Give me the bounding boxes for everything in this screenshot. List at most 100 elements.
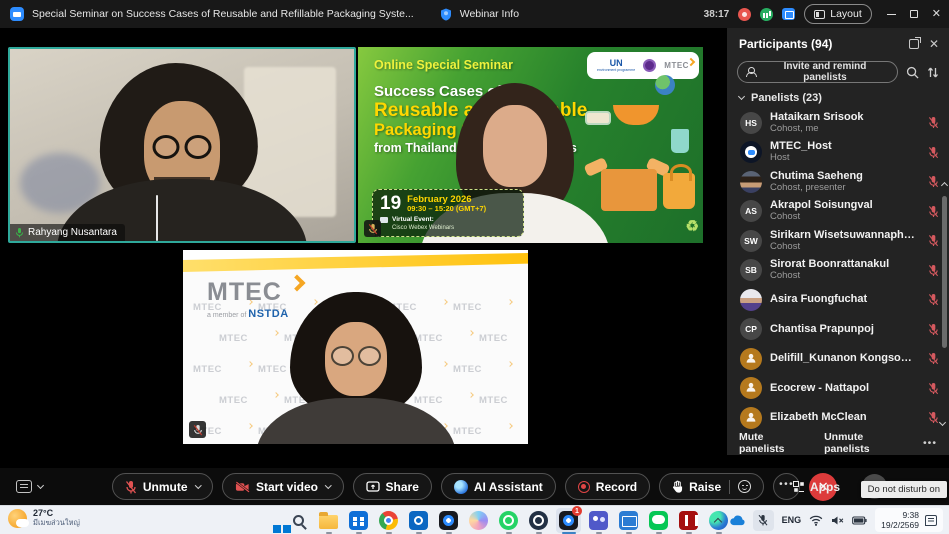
captions-icon[interactable]: [16, 480, 32, 493]
clock-widget[interactable]: 9:38 19/2/2569: [875, 508, 943, 532]
copilot-icon[interactable]: [466, 508, 491, 533]
chevron-down-icon[interactable]: [325, 482, 331, 488]
alarms-clock-icon[interactable]: [526, 508, 551, 533]
participant-row[interactable]: AS Akrapol Soisungval Cohost: [727, 197, 949, 227]
ai-assistant-button[interactable]: AI Assistant: [441, 473, 556, 500]
mute-panelists-button[interactable]: Mute panelists: [739, 431, 808, 455]
whatsapp-icon[interactable]: [496, 508, 521, 533]
reactions-icon[interactable]: [738, 480, 751, 493]
muted-mic-icon[interactable]: [928, 323, 939, 336]
participant-row[interactable]: MTEC_Host Host: [727, 138, 949, 168]
acrobat-icon[interactable]: [676, 508, 701, 533]
participant-row[interactable]: SW Sirikarn Wisetsuwannaphum Cohost: [727, 226, 949, 256]
title-bar: Special Seminar on Success Cases of Reus…: [0, 0, 949, 28]
muted-mic-icon[interactable]: [928, 352, 939, 365]
poster-logos: UN environment programme MTEC: [587, 52, 699, 79]
avatar: [740, 348, 762, 370]
popout-icon[interactable]: [909, 39, 919, 49]
participant-row[interactable]: Elizabeth McClean: [727, 403, 949, 433]
participant-role: Cohost, presenter: [770, 183, 920, 194]
muted-mic-icon[interactable]: [928, 116, 939, 129]
tray-mic-muted-icon[interactable]: [753, 510, 774, 531]
participant-row[interactable]: Asira Fuongfuchat: [727, 285, 949, 315]
line-icon[interactable]: [646, 508, 671, 533]
raise-hand-icon: [672, 480, 683, 493]
person-icon: [745, 381, 757, 395]
language-indicator[interactable]: ENG: [782, 515, 802, 525]
zoom-icon[interactable]: [436, 508, 461, 533]
outlook-icon[interactable]: [406, 508, 431, 533]
weather-widget[interactable]: 27°C มีเมฆส่วนใหญ่: [8, 509, 80, 528]
volume-muted-icon[interactable]: [831, 515, 844, 526]
glasses-decor: [331, 346, 381, 366]
participant-row[interactable]: Ecocrew - Nattapol: [727, 374, 949, 404]
muted-mic-icon[interactable]: [928, 411, 939, 424]
apps-grid-icon: [793, 481, 804, 492]
muted-mic-icon[interactable]: [928, 146, 939, 159]
minimize-button[interactable]: [887, 14, 896, 15]
panel-more-button[interactable]: •••: [923, 437, 937, 449]
taskbar-apps: 1: [256, 508, 731, 533]
participant-name: MTEC_Host: [770, 140, 920, 153]
avatar: [740, 377, 762, 399]
microsoft-store-icon[interactable]: [346, 508, 371, 533]
search-icon[interactable]: [906, 66, 919, 79]
notification-center-icon[interactable]: [925, 515, 937, 526]
muted-mic-icon[interactable]: [928, 293, 939, 306]
video-tile-mtec[interactable]: MTECMTECMTECMTECMTECMTECMTECMTECMTECMTEC…: [183, 250, 528, 444]
layout-button[interactable]: Layout: [804, 4, 872, 24]
participant-row[interactable]: Delifill_Kunanon Kongsomwach: [727, 344, 949, 374]
apps-button[interactable]: Apps: [787, 479, 846, 495]
unmute-panelists-button[interactable]: Unmute panelists: [824, 431, 907, 455]
wifi-icon[interactable]: [809, 515, 823, 526]
muted-mic-icon[interactable]: [928, 205, 939, 218]
recording-indicator-icon[interactable]: [738, 8, 751, 21]
panelists-group-header[interactable]: Panelists (23): [727, 89, 949, 108]
maximize-button[interactable]: [910, 10, 918, 18]
video-tile-poster[interactable]: UN environment programme MTEC Online Spe…: [358, 47, 703, 243]
un-logo: UN environment programme: [597, 59, 635, 73]
sort-icon[interactable]: [927, 66, 939, 79]
start-icon[interactable]: [256, 508, 281, 533]
chevron-down-icon[interactable]: [195, 482, 201, 488]
zoom-active-icon[interactable]: 1: [556, 508, 581, 533]
teams-icon[interactable]: [586, 508, 611, 533]
video-stage: Rahyang Nusantara UN environment program…: [0, 28, 727, 468]
glasses-decor: [153, 135, 212, 159]
file-explorer-icon[interactable]: [316, 508, 341, 533]
close-panel-icon[interactable]: ✕: [929, 39, 939, 49]
meeting-timer: 38:17: [704, 9, 730, 20]
tray-expand-icon[interactable]: [713, 517, 721, 525]
muted-mic-icon[interactable]: [928, 264, 939, 277]
connection-quality-icon[interactable]: [760, 8, 773, 21]
participant-row[interactable]: HS Hataikarn Srisook Cohost, me: [727, 108, 949, 138]
mail-icon[interactable]: [616, 508, 641, 533]
battery-icon[interactable]: [852, 516, 867, 525]
participant-name: Chutima Saeheng: [770, 170, 920, 183]
invite-panelists-button[interactable]: Invite and remind panelists: [737, 61, 898, 83]
record-button[interactable]: Record: [565, 473, 650, 500]
raise-hand-button[interactable]: Raise: [659, 473, 764, 500]
close-button[interactable]: ✕: [932, 9, 941, 19]
scrollbar-thumb[interactable]: [942, 196, 947, 348]
nstda-logo: NSTDA: [248, 308, 288, 320]
new-feature-icon[interactable]: [782, 8, 795, 20]
chrome-icon[interactable]: [376, 508, 401, 533]
avatar: [740, 289, 762, 311]
muted-mic-icon[interactable]: [928, 175, 939, 188]
participant-row[interactable]: SB Sirorat Boonrattanakul Cohost: [727, 256, 949, 286]
muted-mic-icon[interactable]: [928, 382, 939, 395]
captions-chevron-icon[interactable]: [37, 481, 44, 488]
share-button[interactable]: Share: [353, 473, 432, 500]
participant-row[interactable]: Chutima Saeheng Cohost, presenter: [727, 167, 949, 197]
start-video-button[interactable]: Start video: [222, 473, 344, 500]
search-icon[interactable]: [286, 508, 311, 533]
onedrive-icon[interactable]: [729, 515, 745, 526]
avatar: AS: [740, 200, 762, 222]
unmute-button[interactable]: Unmute: [112, 473, 213, 500]
video-tile-rahyang[interactable]: Rahyang Nusantara: [8, 47, 356, 243]
person-add-icon: [746, 67, 756, 77]
muted-mic-icon[interactable]: [928, 234, 939, 247]
webinar-info-button[interactable]: Webinar Info: [460, 8, 519, 20]
participant-row[interactable]: CP Chantisa Prapunpoj: [727, 315, 949, 345]
